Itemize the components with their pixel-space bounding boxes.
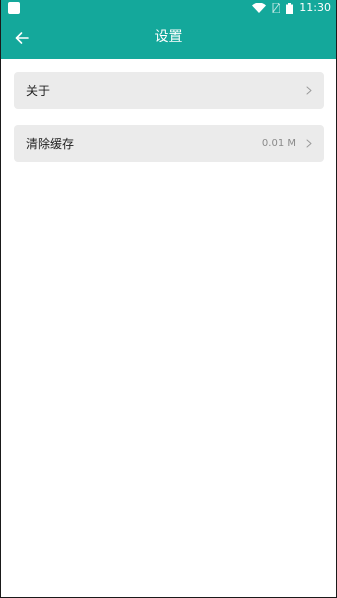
back-button[interactable] [8,24,36,52]
page-title: 设置 [154,29,183,45]
status-icons: 11:30 [252,1,331,15]
sim-icon [272,3,281,13]
wifi-icon [252,3,267,13]
status-bar: 11:30 [0,0,337,16]
status-clock: 11:30 [299,1,331,14]
settings-item-label: 清除缓存 [26,137,75,151]
notification-icon [8,2,20,14]
settings-list: 关于 清除缓存 0.01 M [14,72,324,178]
chevron-right-icon [306,86,312,95]
settings-item-about[interactable]: 关于 [14,72,324,109]
cache-size-value: 0.01 M [261,138,296,149]
settings-item-label: 关于 [26,84,51,98]
settings-item-clear-cache[interactable]: 清除缓存 0.01 M [14,125,324,162]
arrow-left-icon [15,32,29,44]
chevron-right-icon [306,139,312,148]
app-bar: 设置 [0,16,337,59]
battery-icon [286,2,294,14]
